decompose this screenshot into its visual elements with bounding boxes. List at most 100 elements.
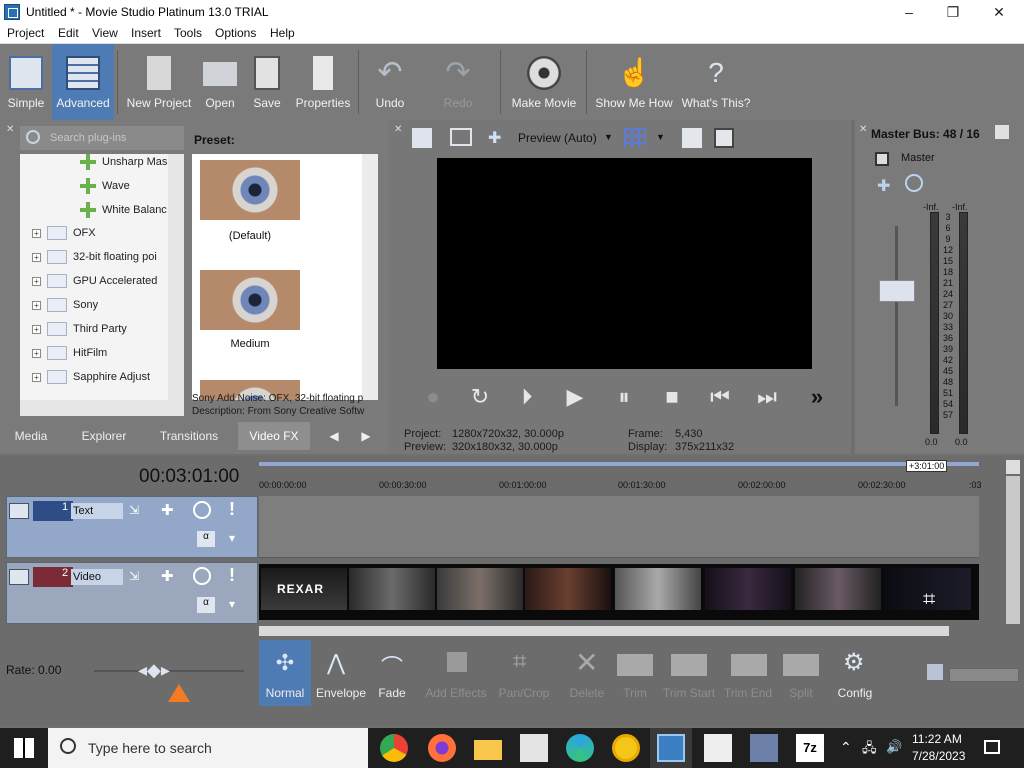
windows-start-icon[interactable]	[14, 738, 34, 758]
overlays-grid-icon[interactable]	[624, 128, 646, 148]
tree-scrollbar[interactable]	[168, 154, 184, 400]
simple-button[interactable]: Simple	[2, 44, 50, 120]
menu-options[interactable]: Options	[215, 26, 256, 40]
edge-icon[interactable]	[566, 734, 594, 762]
track-motion-icon[interactable]: ⇲	[129, 503, 149, 519]
chevron-down-icon[interactable]: ▼	[604, 132, 613, 142]
maximize-button[interactable]: ❐	[930, 0, 976, 24]
menu-view[interactable]: View	[92, 26, 118, 40]
save-snapshot-icon[interactable]	[714, 128, 734, 148]
normal-tool-button[interactable]: ✣ Normal	[259, 640, 311, 706]
pane-close-icon[interactable]: ✕	[6, 124, 14, 135]
fade-tool-button[interactable]: ⌒ Fade	[371, 640, 413, 706]
tab-next-arrow[interactable]: ▶	[354, 422, 378, 450]
clock-date[interactable]: 7/28/2023	[912, 749, 965, 763]
tree-item[interactable]: White Balanc	[80, 202, 167, 226]
zoom-icon[interactable]	[927, 664, 943, 680]
add-effects-button[interactable]: Add Effects	[425, 640, 487, 706]
external-monitor-icon[interactable]	[450, 128, 472, 146]
properties-button[interactable]: Properties	[292, 44, 354, 120]
tray-chevron-icon[interactable]: ⌃	[840, 739, 852, 756]
close-button[interactable]: ✕	[976, 0, 1022, 24]
menu-edit[interactable]: Edit	[58, 26, 79, 40]
play-button[interactable]: ▶	[560, 382, 590, 412]
trim-end-button[interactable]: Trim End	[723, 640, 773, 706]
mute-icon[interactable]	[905, 174, 923, 192]
movie-studio-taskbar-icon[interactable]	[657, 734, 685, 762]
menu-tools[interactable]: Tools	[174, 26, 202, 40]
tree-item[interactable]: + GPU Accelerated	[32, 274, 157, 298]
tree-item[interactable]: + HitFilm	[32, 346, 107, 370]
7zip-icon[interactable]: 7z	[796, 734, 824, 762]
open-button[interactable]: Open	[198, 44, 242, 120]
tab-transitions[interactable]: Transitions	[152, 422, 226, 450]
master-fader-handle[interactable]	[879, 280, 915, 302]
pane-close-icon[interactable]: ✕	[394, 124, 402, 135]
trim-button[interactable]: Trim	[613, 640, 657, 706]
pause-button[interactable]: ⏸	[609, 382, 639, 412]
solo-track-icon[interactable]: !	[229, 565, 235, 586]
copy-snapshot-icon[interactable]	[682, 128, 702, 148]
level-icon[interactable]: ▾	[229, 597, 243, 613]
new-project-button[interactable]: New Project	[122, 44, 196, 120]
taskbar-search-box[interactable]: Type here to search	[48, 728, 368, 768]
track-fx-icon[interactable]: ✚	[161, 501, 174, 519]
zoom-slider[interactable]	[949, 668, 1019, 682]
preset-list[interactable]: (Default) Medium	[192, 154, 378, 400]
compositing-icon[interactable]: α	[197, 597, 215, 613]
plugin-search-input[interactable]: Search plug-ins	[20, 126, 184, 150]
track-expand-icon[interactable]	[9, 503, 29, 519]
preset-default[interactable]: (Default)	[192, 154, 308, 262]
pane-close-icon[interactable]: ✕	[859, 124, 867, 135]
track-expand-icon[interactable]	[9, 569, 29, 585]
undo-button[interactable]: ↶ Undo	[366, 44, 414, 120]
mixer-settings-icon[interactable]	[995, 125, 1009, 139]
minimize-button[interactable]: –	[886, 0, 932, 24]
loop-playback-button[interactable]: ↻	[465, 382, 495, 412]
tree-h-scrollbar[interactable]	[20, 400, 184, 416]
master-fx-icon[interactable]	[875, 152, 889, 166]
pan-crop-button[interactable]: ⌗ Pan/Crop	[495, 640, 553, 706]
play-from-start-button[interactable]: ⏵	[512, 382, 542, 412]
show-me-how-button[interactable]: ☝ Show Me How	[592, 44, 676, 120]
tab-prev-arrow[interactable]: ◀	[322, 422, 346, 450]
video-track-lane[interactable]: REXAR ⌗	[259, 564, 979, 620]
marker-icon[interactable]	[1006, 460, 1020, 474]
trim-start-button[interactable]: Trim Start	[661, 640, 717, 706]
rate-reset-icon[interactable]	[168, 684, 190, 702]
preset-scrollbar[interactable]	[362, 154, 378, 400]
level-icon[interactable]: ▾	[229, 531, 243, 547]
file-explorer-icon[interactable]	[474, 740, 502, 760]
mute-track-icon[interactable]	[193, 501, 211, 519]
loop-region-bar[interactable]	[259, 462, 979, 466]
preset-medium[interactable]: Medium	[192, 264, 308, 372]
more-controls-icon[interactable]: »	[802, 382, 832, 412]
notification-icon[interactable]	[984, 740, 1000, 754]
track-name-field[interactable]: Text	[71, 503, 123, 519]
chevron-down-icon[interactable]: ▼	[656, 132, 665, 142]
delete-button[interactable]: ✕ Delete	[565, 640, 609, 706]
redo-button[interactable]: ↷ Redo	[434, 44, 482, 120]
menu-help[interactable]: Help	[270, 26, 295, 40]
track-header-video[interactable]: 2 Video ⇲ ✚ ! α ▾	[6, 562, 258, 624]
network-icon[interactable]: 🖧	[862, 739, 877, 761]
timeline-v-scrollbar[interactable]	[1006, 476, 1020, 624]
save-button[interactable]: Save	[246, 44, 288, 120]
clock-time[interactable]: 11:22 AM	[912, 732, 962, 746]
track-fx-icon[interactable]: ✚	[161, 567, 174, 585]
tree-item[interactable]: + Sapphire Adjust	[32, 370, 150, 394]
track-motion-icon[interactable]: ⇲	[129, 569, 149, 585]
tree-item[interactable]: +32-bit floating poi	[32, 250, 157, 274]
solo-track-icon[interactable]: !	[229, 499, 235, 520]
menu-insert[interactable]: Insert	[131, 26, 161, 40]
config-button[interactable]: ⚙ Config	[831, 640, 879, 706]
whats-this-button[interactable]: ? What's This?	[680, 44, 752, 120]
mute-track-icon[interactable]	[193, 567, 211, 585]
track-header-text[interactable]: 1 Text ⇲ ✚ ! α ▾	[6, 496, 258, 558]
volume-icon[interactable]: 🔊	[886, 739, 902, 755]
menu-project[interactable]: Project	[7, 26, 44, 40]
plugin-tree[interactable]: Unsharp Mas Wave White Balanc + OFX +32-b…	[20, 154, 184, 400]
game-app-icon[interactable]	[704, 734, 732, 762]
tree-item[interactable]: Wave	[80, 178, 130, 202]
store-icon[interactable]	[520, 734, 548, 762]
